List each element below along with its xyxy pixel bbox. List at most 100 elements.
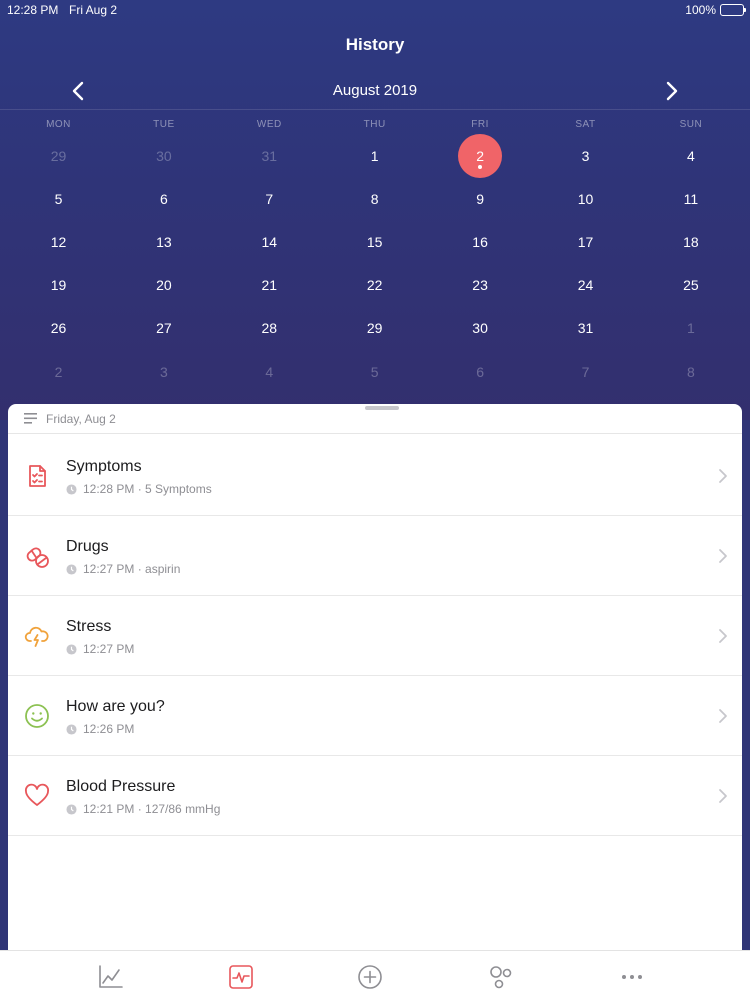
calendar-day[interactable]: 23	[428, 264, 533, 307]
tab-health-record[interactable]	[227, 963, 255, 991]
entry-title: Stress	[66, 618, 112, 635]
calendar-day-number: 31	[577, 320, 594, 337]
battery-percent: 100%	[685, 3, 716, 17]
entry-subtitle: 12:27 PM · aspirin	[66, 562, 180, 576]
calendar-day-number: 23	[472, 277, 488, 294]
calendar-day[interactable]: 6	[111, 177, 216, 220]
molecules-icon	[490, 966, 512, 989]
entry-subtitle-text: 12:27 PM	[83, 642, 135, 656]
calendar-day-number: 1	[370, 147, 379, 164]
calendar-day-number: 6	[476, 363, 484, 380]
calendar-day[interactable]: 9	[428, 177, 533, 220]
entry-row-drugs[interactable]: Drugs 12:27 PM · aspirin	[8, 516, 742, 596]
smiley-face-icon	[25, 704, 49, 728]
calendar-day[interactable]: 3	[111, 350, 216, 393]
calendar-day[interactable]: 26	[6, 307, 111, 350]
calendar-day[interactable]: 3	[533, 134, 638, 177]
calendar-day[interactable]: 1	[322, 134, 427, 177]
entry-row-symptoms[interactable]: Symptoms 12:28 PM · 5 Symptoms	[8, 436, 742, 516]
weekday-label: WED	[256, 119, 282, 130]
tab-more-dots[interactable]	[618, 963, 646, 991]
battery-icon	[720, 4, 746, 16]
calendar-day[interactable]: 8	[322, 177, 427, 220]
calendar-day-number: 11	[683, 190, 699, 207]
calendar-day[interactable]: 21	[217, 264, 322, 307]
calendar-day-number: 2	[476, 147, 484, 164]
calendar-day-number: 16	[472, 233, 488, 250]
tab-chart-line[interactable]	[97, 963, 125, 991]
chevron-right-icon	[719, 709, 727, 723]
tab-molecules[interactable]	[487, 963, 515, 991]
calendar-day[interactable]: 7	[533, 350, 638, 393]
calendar-day[interactable]: 27	[111, 307, 216, 350]
calendar-day[interactable]: 18	[638, 220, 743, 263]
calendar-day[interactable]: 11	[638, 177, 743, 220]
entry-row-how-are-you[interactable]: How are you? 12:26 PM	[8, 676, 742, 756]
calendar-day[interactable]: 13	[111, 220, 216, 263]
tab-add-circle[interactable]	[356, 963, 384, 991]
more-dots-icon	[622, 975, 642, 979]
weekday-label: SAT	[575, 119, 596, 130]
entry-row-blood-pressure[interactable]: Blood Pressure 12:21 PM · 127/86 mmHg	[8, 756, 742, 836]
weekday-label: SUN	[679, 119, 703, 130]
calendar-day[interactable]: 1	[638, 307, 743, 350]
calendar-day[interactable]: 16	[428, 220, 533, 263]
calendar-day-number: 31	[261, 147, 278, 164]
calendar-day[interactable]: 5	[6, 177, 111, 220]
calendar-day[interactable]: 7	[217, 177, 322, 220]
calendar-grid: 29 30 31 1 2 3 4 5 6 7 8 9 10 11 12 13 14 15 16 17 18 19 20 21 2…	[6, 133, 744, 394]
calendar-day-selected[interactable]: 2	[428, 133, 533, 178]
chevron-right-icon	[719, 549, 727, 563]
calendar-day[interactable]: 20	[111, 264, 216, 307]
calendar-day[interactable]: 4	[638, 134, 743, 177]
tab-bar	[0, 950, 750, 1000]
entry-subtitle-text: 12:21 PM · 127/86 mmHg	[83, 802, 221, 816]
clock-icon	[66, 803, 77, 815]
calendar-day-number: 9	[476, 190, 484, 207]
calendar-day[interactable]: 31	[533, 307, 638, 350]
calendar-day[interactable]: 29	[6, 134, 111, 177]
calendar-day[interactable]: 25	[638, 264, 743, 307]
calendar-day[interactable]: 28	[217, 307, 322, 350]
status-date: Fri Aug 2	[69, 3, 118, 17]
calendar-day[interactable]: 14	[217, 220, 322, 263]
calendar-day[interactable]: 22	[322, 264, 427, 307]
calendar-day-number: 29	[50, 147, 67, 164]
calendar-day[interactable]: 24	[533, 264, 638, 307]
page-title: History	[345, 35, 405, 54]
calendar-day[interactable]: 31	[217, 134, 322, 177]
entry-indicator-dot	[478, 164, 483, 169]
calendar-day-number: 21	[261, 277, 278, 294]
menu-lines-icon	[24, 413, 37, 424]
calendar-day-number: 28	[261, 320, 278, 337]
calendar-day[interactable]: 8	[638, 350, 743, 393]
calendar-day[interactable]: 10	[533, 177, 638, 220]
entry-title: Symptoms	[66, 458, 142, 475]
entry-list: Symptoms 12:28 PM · 5 Symptoms Drugs 12:27 …	[8, 436, 742, 836]
calendar-day-number: 24	[577, 277, 594, 294]
calendar-day-number: 3	[581, 147, 590, 164]
chart-line-icon	[99, 965, 123, 988]
calendar-day[interactable]: 17	[533, 220, 638, 263]
calendar-day[interactable]: 15	[322, 220, 427, 263]
status-time: 12:28 PM	[7, 3, 59, 17]
calendar-day-number: 17	[577, 233, 594, 250]
calendar-day[interactable]: 30	[111, 134, 216, 177]
calendar-day[interactable]: 30	[428, 307, 533, 350]
calendar-day-number: 5	[54, 190, 63, 207]
entry-row-stress[interactable]: Stress 12:27 PM	[8, 596, 742, 676]
calendar-day[interactable]: 12	[6, 220, 111, 263]
calendar-day-number: 10	[577, 190, 594, 207]
calendar-day[interactable]: 4	[217, 350, 322, 393]
calendar-day[interactable]: 19	[6, 264, 111, 307]
calendar-day[interactable]: 2	[6, 350, 111, 393]
calendar-day[interactable]: 5	[322, 350, 427, 393]
chevron-right-icon	[719, 629, 727, 643]
entry-subtitle: 12:26 PM	[66, 722, 134, 736]
calendar-day-number: 30	[156, 147, 172, 164]
entry-subtitle-text: 12:28 PM · 5 Symptoms	[83, 482, 212, 496]
calendar-day[interactable]: 6	[428, 350, 533, 393]
chevron-right-icon[interactable]	[658, 78, 684, 104]
entry-subtitle: 12:21 PM · 127/86 mmHg	[66, 802, 220, 816]
calendar-day[interactable]: 29	[322, 307, 427, 350]
